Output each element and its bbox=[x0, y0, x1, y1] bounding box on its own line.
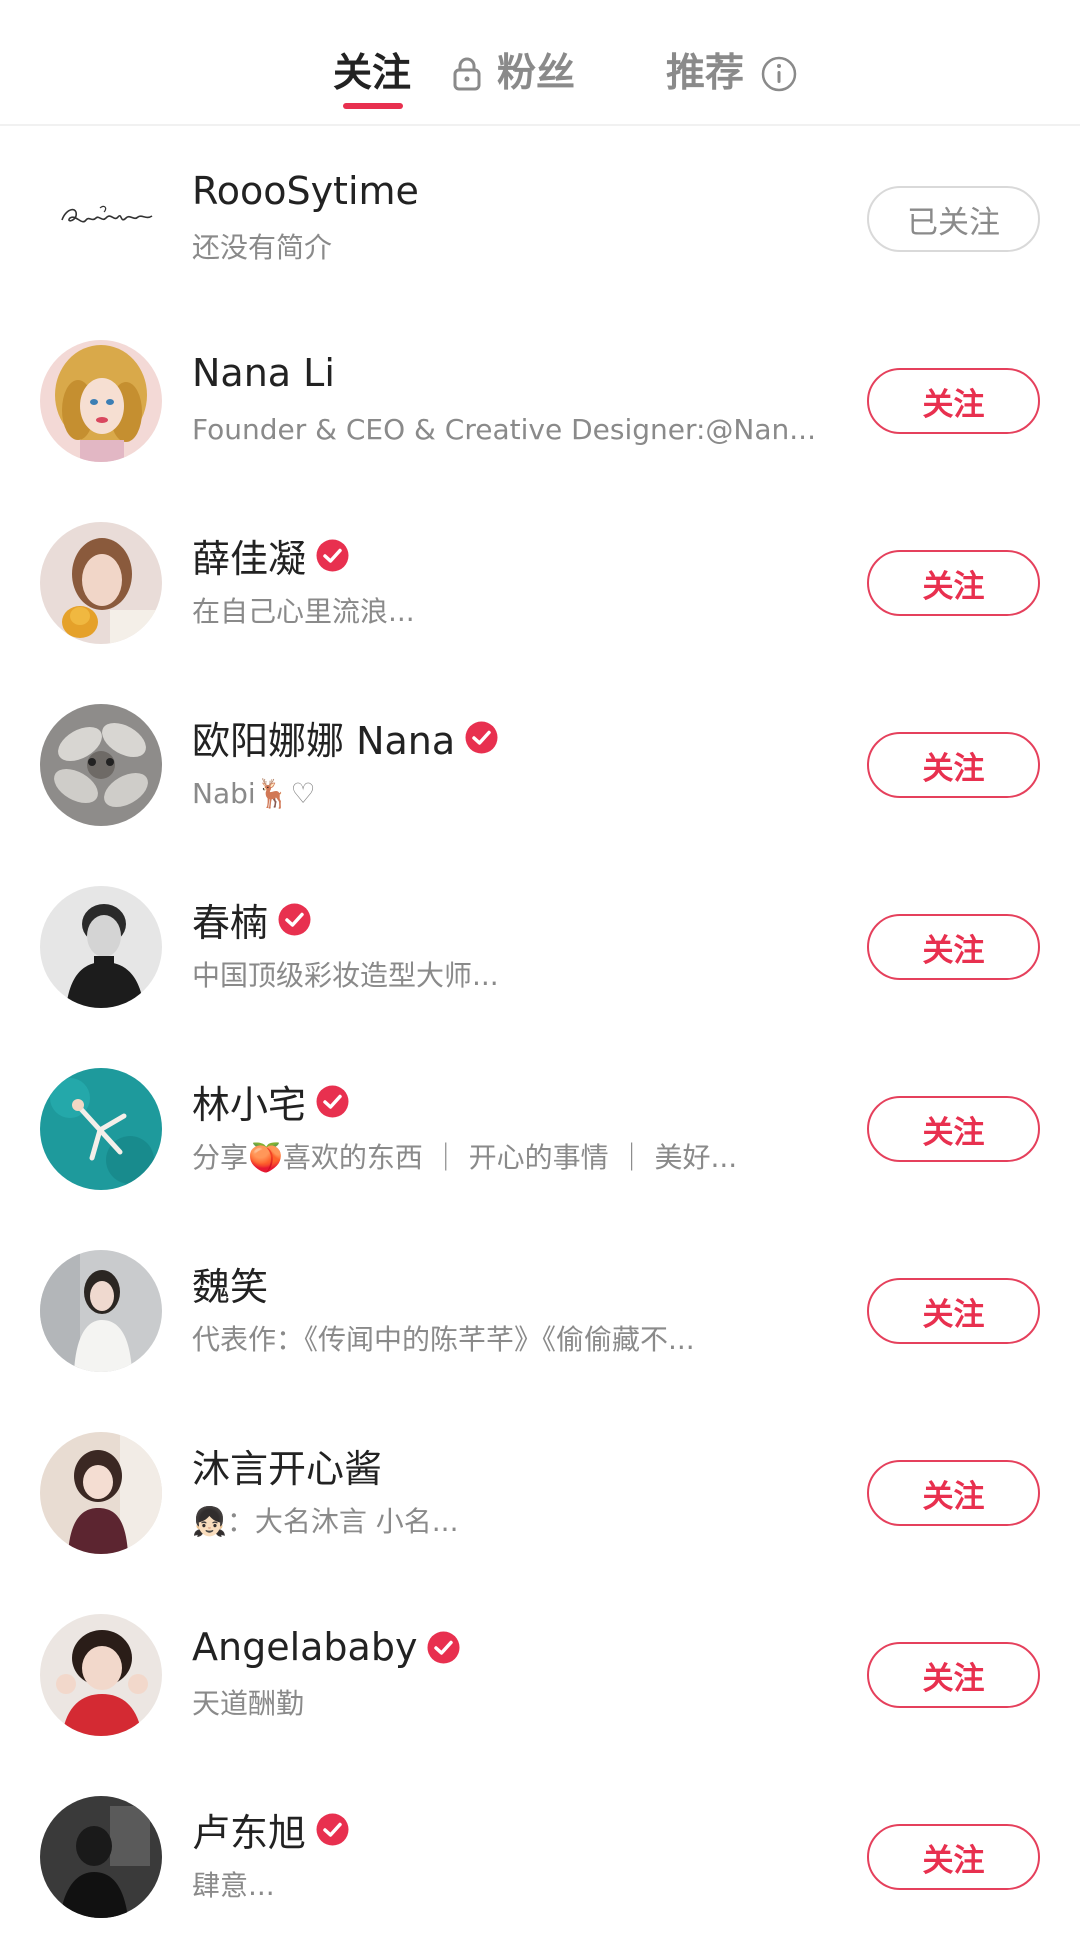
user-bio: 代表作：《传闻中的陈芊芊》《偷偷藏不... bbox=[192, 1323, 695, 1356]
list-item[interactable]: 春楠 中国顶级彩妆造型大师... 关注 bbox=[0, 856, 1080, 1038]
avatar[interactable] bbox=[40, 886, 162, 1008]
verified-icon bbox=[465, 721, 498, 753]
list-item[interactable]: 卢东旭 肆意... 关注 bbox=[0, 1766, 1080, 1948]
user-bio: 在自己心里流浪... bbox=[192, 595, 415, 628]
avatar[interactable] bbox=[40, 1250, 162, 1372]
user-bio: 👧🏻：大名沐言 小名... bbox=[192, 1505, 459, 1538]
photo-portrait-image bbox=[40, 522, 162, 644]
avatar[interactable] bbox=[40, 340, 162, 462]
tab-following[interactable]: 关注 bbox=[333, 46, 411, 102]
follow-button[interactable]: 关注 bbox=[867, 1460, 1040, 1526]
tab-fans[interactable]: 粉丝 bbox=[497, 46, 575, 102]
user-bio: Founder & CEO & Creative Designer:@Nan..… bbox=[192, 413, 816, 446]
avatar[interactable] bbox=[40, 1068, 162, 1190]
verified-icon bbox=[316, 539, 349, 571]
follow-button[interactable]: 关注 bbox=[867, 1096, 1040, 1162]
lock-icon bbox=[453, 57, 481, 91]
signature-logo bbox=[61, 205, 153, 223]
user-name: 魏笑 bbox=[192, 1264, 269, 1309]
user-name: 春楠 bbox=[192, 900, 269, 945]
user-name: 卢东旭 bbox=[192, 1810, 307, 1855]
follow-button[interactable]: 关注 bbox=[867, 1642, 1040, 1708]
verified-icon bbox=[316, 1813, 349, 1845]
top-tab-bar: 关注 粉丝 推荐 bbox=[0, 0, 1080, 126]
bw-portrait-image bbox=[40, 886, 162, 1008]
user-name: 薛佳凝 bbox=[192, 536, 307, 581]
red-jacket-photo-image bbox=[40, 1614, 162, 1736]
list-item[interactable]: Nana Li Founder & CEO & Creative Designe… bbox=[0, 310, 1080, 492]
flower-photo-image bbox=[40, 704, 162, 826]
user-name: 欧阳娜娜 Nana bbox=[192, 718, 456, 763]
tab-recommended[interactable]: 推荐 bbox=[666, 46, 744, 102]
white-coat-photo-image bbox=[40, 1250, 162, 1372]
follow-button[interactable]: 关注 bbox=[867, 1278, 1040, 1344]
verified-icon bbox=[316, 1085, 349, 1117]
follow-button[interactable]: 关注 bbox=[867, 732, 1040, 798]
list-item[interactable]: 薛佳凝 在自己心里流浪... 关注 bbox=[0, 492, 1080, 674]
user-bio: 中国顶级彩妆造型大师... bbox=[192, 959, 499, 992]
list-item[interactable]: 林小宅 分享🍑喜欢的东西 ｜ 开心的事情 ｜ 美好... 关注 bbox=[0, 1038, 1080, 1220]
followed-button[interactable]: 已关注 bbox=[867, 186, 1040, 252]
list-item[interactable]: Angelababy 天道酬勤 关注 bbox=[0, 1584, 1080, 1766]
user-name: 林小宅 bbox=[192, 1082, 307, 1127]
user-bio: 还没有简介 bbox=[192, 231, 333, 264]
avatar[interactable] bbox=[40, 704, 162, 826]
avatar[interactable] bbox=[40, 1614, 162, 1736]
user-name: RoooSytime bbox=[192, 169, 419, 213]
avatar[interactable] bbox=[40, 522, 162, 644]
user-name: 沐言开心酱 bbox=[192, 1446, 383, 1491]
user-name: Angelababy bbox=[192, 1625, 418, 1669]
follow-button[interactable]: 关注 bbox=[867, 914, 1040, 980]
follow-button[interactable]: 关注 bbox=[867, 550, 1040, 616]
pool-photo-image bbox=[40, 1068, 162, 1190]
list-item[interactable]: 沐言开心酱 👧🏻：大名沐言 小名... 关注 bbox=[0, 1402, 1080, 1584]
list-item[interactable]: 欧阳娜娜 Nana Nabi🦌♡ 关注 bbox=[0, 674, 1080, 856]
user-bio: 天道酬勤 bbox=[192, 1687, 305, 1720]
user-name: Nana Li bbox=[192, 351, 335, 395]
illustrated-portrait-image bbox=[40, 340, 162, 462]
info-icon[interactable] bbox=[760, 55, 798, 93]
follow-button[interactable]: 关注 bbox=[867, 368, 1040, 434]
verified-icon bbox=[427, 1631, 460, 1663]
user-bio: 肆意... bbox=[192, 1869, 275, 1902]
girl-photo-image bbox=[40, 1432, 162, 1554]
list-item[interactable]: 魏笑 代表作：《传闻中的陈芊芊》《偷偷藏不... 关注 bbox=[0, 1220, 1080, 1402]
active-tab-indicator bbox=[343, 103, 403, 109]
user-bio: Nabi🦌♡ bbox=[192, 777, 316, 810]
list-item[interactable]: RoooSytime 还没有简介 已关注 bbox=[0, 128, 1080, 310]
avatar[interactable] bbox=[40, 1432, 162, 1554]
verified-icon bbox=[278, 903, 311, 935]
user-bio: 分享🍑喜欢的东西 ｜ 开心的事情 ｜ 美好... bbox=[192, 1141, 738, 1174]
follow-button[interactable]: 关注 bbox=[867, 1824, 1040, 1890]
